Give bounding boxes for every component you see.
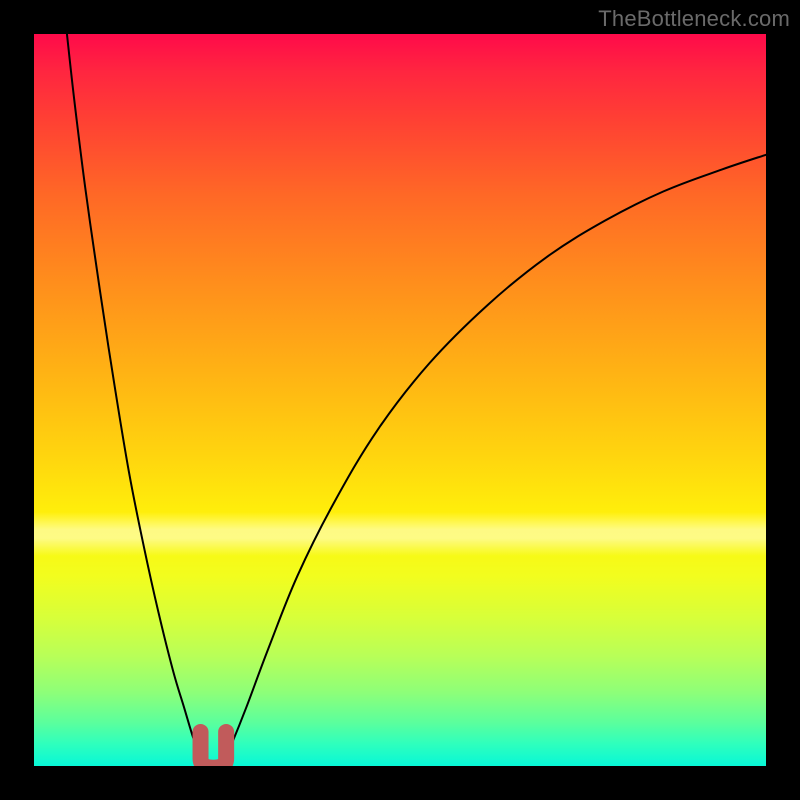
bottleneck-dip-marker <box>201 732 227 766</box>
left-bottleneck-curve <box>67 34 205 764</box>
right-bottleneck-curve <box>223 155 766 764</box>
plot-area <box>34 34 766 766</box>
chart-svg <box>34 34 766 766</box>
chart-frame: TheBottleneck.com <box>0 0 800 800</box>
watermark-text: TheBottleneck.com <box>598 6 790 32</box>
